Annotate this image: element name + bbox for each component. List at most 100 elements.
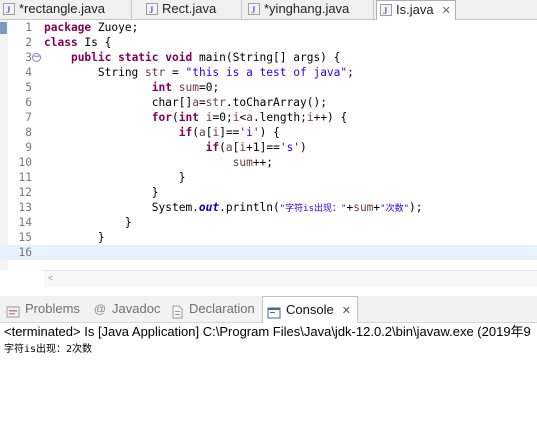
code-line: 7 for(int i=0;i<a.length;i++) { <box>0 110 537 125</box>
code-text: Zuoye; <box>91 21 139 34</box>
tab-is-java[interactable]: Is.java ✕ <box>376 0 456 20</box>
variable: a <box>225 141 233 154</box>
code-text: = <box>165 66 186 79</box>
declaration-icon <box>170 302 184 319</box>
tab-label: Javadoc <box>112 301 161 316</box>
code-text: ]== <box>219 126 240 139</box>
console-output[interactable]: 字符is出现：2次数 <box>4 341 92 359</box>
line-number: 12 <box>18 186 32 199</box>
close-icon[interactable]: ✕ <box>442 3 451 20</box>
horizontal-scrollbar[interactable]: < <box>44 270 537 287</box>
static-field: out <box>198 201 220 214</box>
variable: i <box>306 111 314 124</box>
code-text: ( <box>219 141 226 154</box>
code-line: 8 if(a[i]=='i') { <box>0 125 537 140</box>
code-text: .toCharArray(); <box>225 96 327 109</box>
code-text: main(String[] args) { <box>192 51 341 64</box>
keyword: for <box>151 111 172 124</box>
tab-label: Rect.java <box>162 1 217 16</box>
code-text: Is { <box>77 36 112 49</box>
tab-label: *yinghang.java <box>264 1 350 16</box>
code-text: ( <box>172 111 179 124</box>
tab-yinghang-java[interactable]: *yinghang.java <box>242 0 374 19</box>
collapse-icon[interactable]: − <box>32 53 41 62</box>
code-line: 10 sum++; <box>0 155 537 170</box>
string-literal: "this is a test of java" <box>185 66 348 79</box>
code-line: 1 package Zuoye; <box>0 20 537 35</box>
line-number: 5 <box>25 81 32 94</box>
keyword: int <box>178 111 199 124</box>
panel-divider[interactable] <box>0 287 537 296</box>
line-number: 11 <box>18 171 32 184</box>
code-text: ( <box>192 126 199 139</box>
code-text: ) <box>300 141 307 154</box>
code-text: char[] <box>44 96 193 109</box>
tab-label: Declaration <box>189 301 255 316</box>
tab-javadoc[interactable]: @ Javadoc <box>93 296 161 322</box>
code-line: 3 − public static void main(String[] arg… <box>0 50 537 65</box>
tab-rect-java[interactable]: Rect.java <box>132 0 242 19</box>
code-line: 2 class Is { <box>0 35 537 50</box>
variable: a <box>198 126 206 139</box>
tab-label: Console <box>286 302 334 317</box>
tab-label: Problems <box>25 301 80 316</box>
java-file-icon <box>3 2 15 19</box>
code-text: System. <box>44 201 199 214</box>
code-text: ; <box>347 66 354 79</box>
code-editor[interactable]: 1 package Zuoye; 2 class Is { 3 − public… <box>0 20 537 270</box>
tab-rectangle-java[interactable]: *rectangle.java <box>0 0 132 19</box>
scroll-left-icon[interactable]: < <box>48 273 53 283</box>
keyword: int <box>151 81 172 94</box>
problems-icon <box>6 302 20 318</box>
close-icon[interactable]: ✕ <box>342 305 351 317</box>
keyword: package <box>44 21 92 34</box>
java-file-icon <box>380 3 392 20</box>
code-text: =0; <box>198 81 220 94</box>
line-number: 7 <box>25 111 32 124</box>
java-file-icon <box>146 2 158 19</box>
string-literal: 's' <box>279 141 301 154</box>
code-text: } <box>44 216 132 229</box>
variable: sum <box>232 156 253 169</box>
variable: str <box>205 96 226 109</box>
java-file-icon <box>248 2 260 19</box>
string-literal: "字符is出现：" <box>279 204 347 214</box>
keyword: class <box>44 36 78 49</box>
line-number: 1 <box>25 21 32 34</box>
tab-label: Is.java <box>396 2 434 17</box>
line-number: 2 <box>25 36 32 49</box>
line-number: 10 <box>18 156 32 169</box>
code-text: ) { <box>259 126 280 139</box>
console-status-line: <terminated> Is [Java Application] C:\Pr… <box>4 324 531 339</box>
keyword: if <box>178 126 193 139</box>
code-text: ++) { <box>313 111 348 124</box>
variable: sum <box>353 201 374 214</box>
code-line: 14 } <box>0 215 537 230</box>
code-text: =0; <box>212 111 233 124</box>
code-line: 13 System.out.println("字符is出现："+sum+"次数"… <box>0 200 537 215</box>
code-line: 9 if(a[i+1]=='s') <box>0 140 537 155</box>
code-text: } <box>44 231 105 244</box>
line-number: 8 <box>25 126 32 139</box>
code-text: ++; <box>252 156 274 169</box>
code-text: = <box>198 96 206 109</box>
tab-declaration[interactable]: Declaration <box>170 296 255 322</box>
code-text: +1]== <box>246 141 280 154</box>
current-line: 16 <box>0 245 537 260</box>
code-text: .println( <box>219 201 280 214</box>
string-literal: "次数" <box>380 204 410 214</box>
tab-console[interactable]: Console ✕ <box>262 296 358 323</box>
variable: sum <box>178 81 199 94</box>
code-text: ); <box>409 201 423 214</box>
tab-problems[interactable]: Problems <box>6 296 80 322</box>
variable: a <box>192 96 199 109</box>
line-number: 6 <box>25 96 32 109</box>
